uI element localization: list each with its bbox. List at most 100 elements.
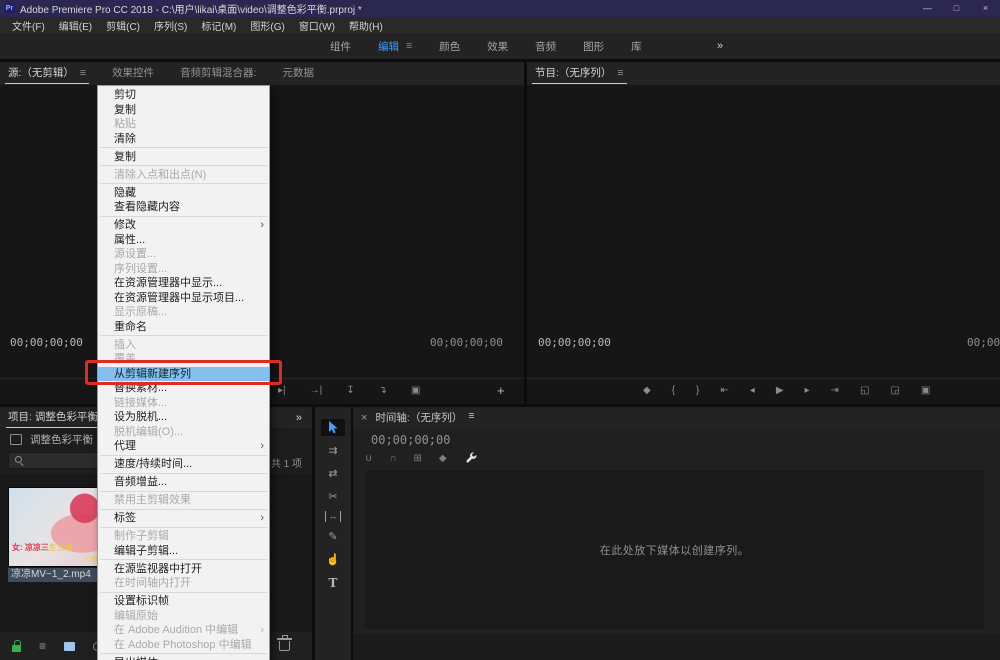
project-breadcrumb[interactable]: 调整色彩平衡 xyxy=(10,432,93,447)
delete-icon[interactable] xyxy=(279,641,290,651)
workspace-overflow-icon[interactable]: » xyxy=(717,33,723,59)
context-menu-item: 编辑原始 xyxy=(98,609,269,624)
workspace-tab-6[interactable]: 库 xyxy=(631,39,642,54)
menubar-item-1[interactable]: 编辑(E) xyxy=(52,18,99,33)
context-menu-item[interactable]: 清除 xyxy=(98,132,269,147)
panel-menu-icon[interactable]: ≡ xyxy=(468,410,474,425)
menu-item-label: 粘贴 xyxy=(114,118,136,130)
context-menu-item[interactable]: 复制 xyxy=(98,103,269,118)
hand-tool[interactable]: ☝ xyxy=(321,551,345,568)
insert-icon[interactable]: ↧ xyxy=(346,384,354,398)
menu-bar: 文件(F)编辑(E)剪辑(C)序列(S)标记(M)图形(G)窗口(W)帮助(H) xyxy=(0,17,1000,33)
slip-tool[interactable]: ↔ xyxy=(325,511,341,522)
workspace-tab-5[interactable]: 图形 xyxy=(583,39,604,54)
minimize-button[interactable]: — xyxy=(913,0,942,17)
lift-icon[interactable]: ◱ xyxy=(860,384,869,398)
context-menu-item[interactable]: 导出媒体 xyxy=(98,656,269,660)
nested-sequence-icon[interactable]: ⊞ xyxy=(414,453,422,464)
context-menu-item[interactable]: 属性... xyxy=(98,233,269,248)
ripple-edit-tool[interactable]: ⇄ xyxy=(321,465,345,482)
panel-menu-icon[interactable]: ≡ xyxy=(406,40,412,52)
overwrite-icon[interactable]: ↴ xyxy=(379,384,387,398)
add-marker-icon[interactable]: ◆ xyxy=(643,384,651,398)
context-menu-item[interactable]: 复制 xyxy=(98,150,269,165)
track-select-forward-tool[interactable]: ⇉ xyxy=(321,442,345,459)
maximize-button[interactable]: □ xyxy=(942,0,971,17)
add-marker-icon[interactable]: ◆ xyxy=(439,453,447,464)
context-menu-item[interactable]: 设为脱机... xyxy=(98,410,269,425)
menu-item-label: 属性... xyxy=(114,234,145,246)
program-controls-divider xyxy=(527,378,1000,379)
mark-in-icon[interactable]: { xyxy=(672,384,675,398)
tab-timeline[interactable]: 时间轴:（无序列） ≡ xyxy=(375,410,474,425)
menu-item-label: 链接媒体... xyxy=(114,397,167,409)
snap-icon[interactable]: ∪ xyxy=(365,453,372,464)
context-menu-item[interactable]: 音频增益... xyxy=(98,475,269,490)
context-menu-item[interactable]: 在资源管理器中显示... xyxy=(98,276,269,291)
button-editor-plus-icon[interactable]: + xyxy=(497,383,505,398)
context-menu-item[interactable]: 速度/持续时间... xyxy=(98,457,269,472)
workspace-tab-1[interactable]: 编辑≡ xyxy=(378,39,412,54)
workspace-bar: 组件 编辑≡ 颜色 效果 音频 图形 库 » xyxy=(0,33,1000,59)
step-back-icon[interactable]: ◂ xyxy=(750,384,755,398)
context-menu-item[interactable]: 在源监视器中打开 xyxy=(98,562,269,577)
menubar-item-3[interactable]: 序列(S) xyxy=(147,18,194,33)
context-menu-item[interactable]: 重命名 xyxy=(98,320,269,335)
context-menu-item[interactable]: 编辑子剪辑... xyxy=(98,544,269,559)
pen-tool[interactable]: ✎ xyxy=(321,528,345,545)
project-overflow-icon[interactable]: » xyxy=(296,412,302,424)
tab-project[interactable]: 项目: 调整色彩平衡 xyxy=(8,407,98,428)
export-frame-icon[interactable]: ▣ xyxy=(411,384,420,398)
source-group-tab-2[interactable]: 音频剪辑混合器: xyxy=(180,62,256,85)
menubar-item-2[interactable]: 剪辑(C) xyxy=(99,18,147,33)
linked-selection-icon[interactable]: ∩ xyxy=(389,453,396,464)
menubar-item-4[interactable]: 标记(M) xyxy=(194,18,243,33)
context-menu-item[interactable]: 隐藏 xyxy=(98,186,269,201)
clip-item[interactable]: 女: 凉凉三生三世 入画的 凉凉MV~1_2.mp4 xyxy=(8,487,107,582)
menubar-item-6[interactable]: 窗口(W) xyxy=(292,18,342,33)
context-menu-item[interactable]: 查看隐藏内容 xyxy=(98,200,269,215)
menubar-item-0[interactable]: 文件(F) xyxy=(5,18,52,33)
go-to-out-icon[interactable]: →| xyxy=(310,384,323,398)
icon-view-icon[interactable] xyxy=(64,642,75,651)
tab-program-monitor[interactable]: 节目:（无序列） ≡ xyxy=(535,62,624,85)
workspace-tab-3[interactable]: 效果 xyxy=(487,39,508,54)
workspace-tab-0[interactable]: 组件 xyxy=(330,39,351,54)
menu-item-label: 导出媒体 xyxy=(114,657,158,660)
panel-menu-icon[interactable]: ≡ xyxy=(617,62,623,85)
step-forward-icon[interactable]: ▸| xyxy=(278,384,286,398)
context-menu-item[interactable]: 剪切 xyxy=(98,88,269,103)
menubar-item-5[interactable]: 图形(G) xyxy=(243,18,291,33)
timeline-drop-zone[interactable]: 在此处放下媒体以创建序列。 xyxy=(365,471,984,629)
mark-out-icon[interactable]: } xyxy=(696,384,699,398)
go-to-out-icon[interactable]: ⇥ xyxy=(831,384,839,398)
panel-menu-icon[interactable]: ≡ xyxy=(80,62,86,85)
go-to-in-icon[interactable]: ⇤ xyxy=(720,384,728,398)
extract-icon[interactable]: ◲ xyxy=(890,384,899,398)
timeline-timecode: 00;00;00;00 xyxy=(371,433,450,447)
clip-filename[interactable]: 凉凉MV~1_2.mp4 xyxy=(8,568,107,582)
context-menu-item[interactable]: 代理› xyxy=(98,439,269,454)
source-group-tab-0[interactable]: 源:（无剪辑）≡ xyxy=(8,62,86,85)
type-tool[interactable]: T xyxy=(321,574,345,591)
play-icon[interactable]: ▶ xyxy=(776,384,784,398)
selection-tool[interactable] xyxy=(321,419,345,436)
close-icon[interactable]: × xyxy=(361,412,367,424)
source-group-tab-1[interactable]: 效果控件 xyxy=(112,62,154,85)
context-menu-item[interactable]: 设置标识帧 xyxy=(98,594,269,609)
context-menu-item[interactable]: 修改› xyxy=(98,218,269,233)
context-menu-item[interactable]: 标签› xyxy=(98,511,269,526)
source-group-tab-3[interactable]: 元数据 xyxy=(282,62,314,85)
workspace-tab-4[interactable]: 音频 xyxy=(535,39,556,54)
workspace-tab-2[interactable]: 颜色 xyxy=(439,39,460,54)
timeline-settings-wrench-icon[interactable] xyxy=(465,452,478,470)
export-frame-icon[interactable]: ▣ xyxy=(921,384,930,398)
unlocked-icon[interactable] xyxy=(12,645,21,652)
list-view-icon[interactable]: ≡ xyxy=(39,640,46,652)
razor-tool[interactable]: ✂ xyxy=(321,488,345,505)
menubar-item-7[interactable]: 帮助(H) xyxy=(342,18,390,33)
close-button[interactable]: × xyxy=(971,0,1000,17)
context-menu-item[interactable]: 在资源管理器中显示项目... xyxy=(98,291,269,306)
step-forward-icon[interactable]: ▸ xyxy=(805,384,810,398)
clip-thumbnail[interactable]: 女: 凉凉三生三世 入画的 xyxy=(8,487,107,567)
